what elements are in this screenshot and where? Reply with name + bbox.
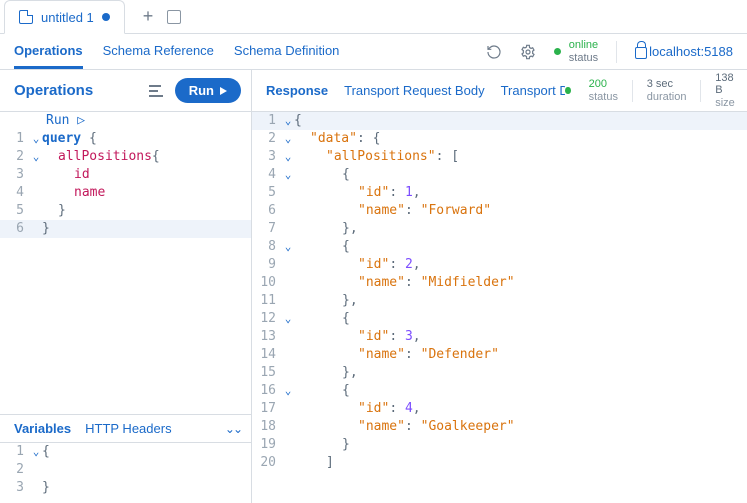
query-editor[interactable]: Run ▷ 1⌄query { 2⌄allPositions{ 3.id 4.n… — [0, 112, 251, 414]
nav-tab-schema-definition[interactable]: Schema Definition — [234, 35, 340, 69]
inline-run-button[interactable]: Run ▷ — [46, 112, 85, 130]
status-label: status — [569, 52, 598, 64]
nav-tab-schema-reference[interactable]: Schema Reference — [103, 35, 214, 69]
online-dot-icon — [554, 48, 561, 55]
status-value: online — [569, 39, 598, 51]
status-ok-dot-icon — [565, 87, 570, 94]
refresh-icon[interactable] — [486, 44, 502, 60]
play-icon — [220, 87, 227, 95]
tab-transport-details[interactable]: Transport Deta — [501, 83, 566, 98]
file-tab[interactable]: untitled 1 — [4, 0, 125, 34]
response-viewer[interactable]: 1⌄{2⌄"data": {3⌄"allPositions": [4⌄{5."i… — [252, 112, 747, 503]
status-code: 200 — [589, 78, 618, 90]
run-button[interactable]: Run — [175, 78, 241, 103]
tab-transport-request-body[interactable]: Transport Request Body — [344, 83, 484, 98]
response-pane: Response Transport Request Body Transpor… — [252, 70, 747, 503]
http-headers-tab[interactable]: HTTP Headers — [85, 421, 171, 436]
tab-response[interactable]: Response — [266, 83, 328, 98]
file-icon — [19, 10, 33, 24]
query-pane: Operations Run Run ▷ 1⌄query { 2⌄allPosi… — [0, 70, 252, 503]
gear-icon[interactable] — [520, 44, 536, 60]
tab-bar: untitled 1 + — [0, 0, 747, 34]
variables-tab[interactable]: Variables — [14, 421, 71, 436]
save-icon[interactable] — [167, 10, 181, 24]
variables-editor[interactable]: 1⌄{ 2. 3.} — [0, 443, 251, 503]
lock-icon — [635, 47, 647, 59]
secondary-nav: Operations Schema Reference Schema Defin… — [0, 34, 747, 70]
collapse-variables-icon[interactable]: ⌄⌄ — [225, 422, 241, 436]
file-tab-title: untitled 1 — [41, 10, 94, 25]
duration-value: 3 sec — [647, 78, 687, 90]
prettify-icon[interactable] — [149, 84, 165, 98]
new-tab-button[interactable]: + — [143, 6, 154, 27]
unsaved-dot-icon — [102, 13, 110, 21]
variables-header: Variables HTTP Headers ⌄⌄ — [0, 414, 251, 443]
host-url[interactable]: localhost:5188 — [635, 44, 733, 59]
operations-title: Operations — [14, 82, 93, 99]
nav-tab-operations[interactable]: Operations — [14, 35, 83, 69]
size-value: 138 B — [715, 72, 737, 96]
